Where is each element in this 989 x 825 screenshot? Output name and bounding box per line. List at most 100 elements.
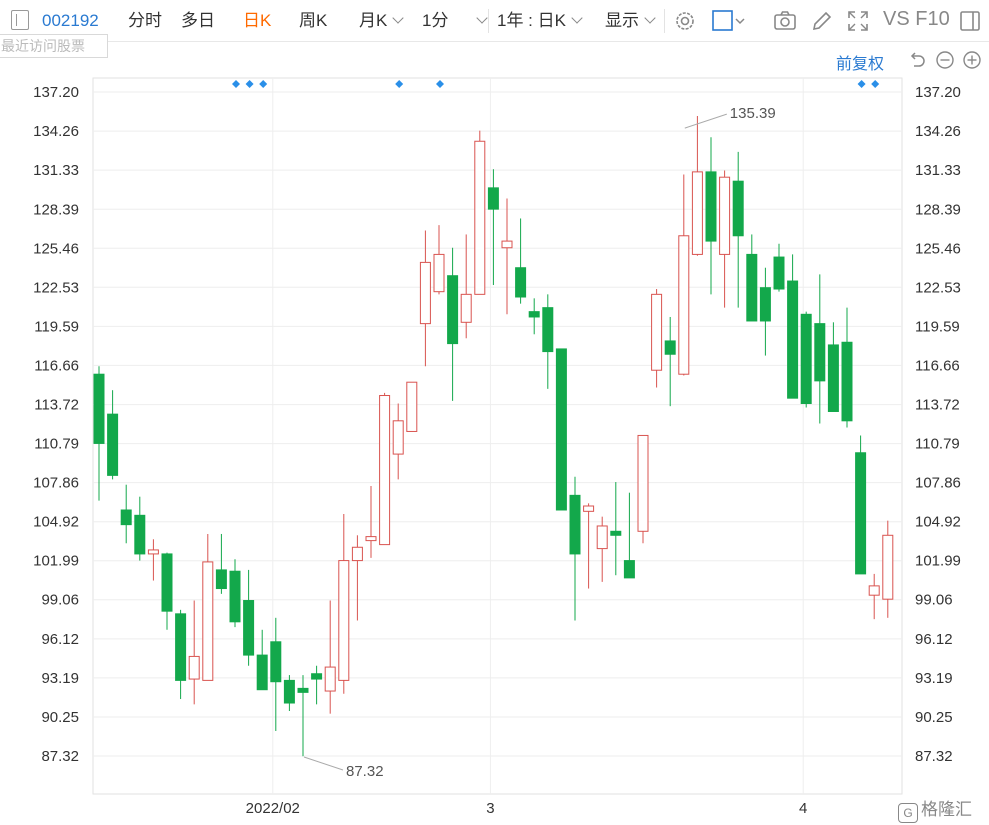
stock-code[interactable]: 002192	[42, 10, 99, 32]
tab-monthly-k-label: 月K	[359, 11, 388, 30]
toolbar: 002192 分时 多日 日K 周K 月K 1分 1年 : 日K 显示 VS F…	[0, 0, 989, 42]
y-tick-label-left: 87.32	[41, 748, 79, 765]
chevron-down-icon	[392, 12, 405, 24]
candle-body	[814, 323, 826, 382]
tab-monthly-k[interactable]: 月K	[359, 10, 405, 32]
brand-logo-icon: G	[898, 803, 918, 823]
chevron-down-icon	[476, 12, 489, 24]
y-tick-label-left: 104.92	[33, 514, 79, 531]
y-tick-label-right: 113.72	[915, 397, 960, 414]
event-marker	[245, 80, 254, 88]
y-tick-label-left: 107.86	[33, 475, 79, 492]
candle-body	[379, 395, 391, 546]
x-tick-label: 4	[799, 800, 807, 817]
candle-body	[120, 509, 132, 526]
annotation-leader	[303, 756, 344, 771]
candle-body	[555, 348, 567, 511]
y-tick-label-right: 131.33	[915, 162, 961, 179]
candle-body	[338, 560, 350, 681]
candle-body	[515, 267, 527, 298]
candle-body	[433, 253, 445, 293]
candle-body	[324, 666, 336, 692]
y-tick-label-left: 122.53	[33, 279, 79, 296]
pencil-icon[interactable]	[810, 9, 834, 33]
tab-minute-label: 1分	[422, 11, 449, 30]
candle-body	[229, 570, 241, 623]
candle-body	[406, 381, 418, 432]
candle-body	[691, 171, 703, 255]
candle-body	[705, 171, 717, 242]
gear-icon[interactable]	[673, 9, 697, 33]
y-tick-label-right: 104.92	[915, 514, 961, 531]
candle-body	[623, 560, 635, 579]
y-tick-label-left: 90.25	[41, 709, 79, 726]
range-select-label: 1年 : 日K	[497, 11, 566, 30]
x-tick-label: 2022/02	[246, 800, 300, 817]
vs-f10-button[interactable]: VS F10	[883, 8, 950, 30]
candle-body	[311, 673, 323, 680]
candle-body	[215, 569, 227, 590]
square-checkbox-icon[interactable]	[711, 9, 747, 33]
candle-body	[188, 655, 200, 680]
y-tick-label-left: 125.46	[33, 240, 79, 257]
undo-icon[interactable]	[907, 50, 927, 70]
display-menu-label: 显示	[605, 11, 639, 30]
y-tick-label-right: 137.20	[915, 84, 961, 101]
chevron-down-icon	[571, 12, 583, 24]
divider	[664, 9, 665, 33]
y-tick-label-right: 87.32	[915, 748, 953, 765]
candle-body	[827, 344, 839, 412]
y-tick-label-left: 128.39	[33, 201, 79, 218]
y-tick-label-left: 131.33	[33, 162, 79, 179]
candle-body	[732, 180, 744, 237]
display-menu[interactable]: 显示	[605, 10, 656, 32]
candle-body	[447, 275, 459, 345]
y-tick-label-left: 119.59	[34, 318, 79, 335]
tab-daily-k[interactable]: 日K	[243, 10, 271, 32]
candle-body	[256, 654, 268, 691]
event-marker	[259, 80, 268, 88]
event-marker	[436, 80, 444, 88]
tab-minute[interactable]: 1分	[422, 10, 489, 32]
candle-body	[800, 313, 812, 404]
candle-body	[270, 641, 282, 683]
panel-toggle-icon[interactable]	[11, 10, 29, 30]
recent-visits-button[interactable]: 最近访问股票	[0, 34, 108, 58]
y-tick-label-left: 93.19	[41, 670, 79, 687]
y-tick-label-left: 110.79	[34, 436, 79, 453]
candle-body	[882, 534, 894, 600]
adjustment-toggle[interactable]: 前复权	[836, 50, 884, 74]
zoom-in-icon[interactable]	[962, 50, 982, 70]
camera-icon[interactable]	[773, 9, 797, 33]
candle-body	[365, 536, 377, 542]
y-tick-label-left: 113.72	[34, 397, 79, 414]
candle-body	[161, 553, 173, 612]
y-tick-label-right: 101.99	[915, 553, 961, 570]
candle-body	[283, 679, 295, 704]
divider	[488, 9, 489, 33]
x-tick-label: 3	[486, 800, 494, 817]
candle-body	[419, 261, 431, 325]
y-tick-label-left: 99.06	[41, 592, 79, 609]
y-tick-label-left: 101.99	[33, 553, 79, 570]
candle-body	[351, 546, 363, 562]
tab-weekly-k[interactable]: 周K	[299, 10, 327, 32]
candle-body	[637, 434, 649, 532]
y-tick-label-right: 99.06	[915, 592, 953, 609]
candle-body	[787, 280, 799, 399]
sidebar-icon[interactable]	[958, 9, 982, 33]
tab-intraday[interactable]: 分时	[128, 10, 162, 32]
y-tick-label-right: 119.59	[915, 318, 960, 335]
zoom-out-icon[interactable]	[935, 50, 955, 70]
candle-body	[841, 341, 853, 422]
candle-body	[596, 525, 608, 550]
tab-multi-day[interactable]: 多日	[181, 10, 215, 32]
fullscreen-icon[interactable]	[846, 9, 870, 33]
y-tick-label-right: 134.26	[915, 123, 961, 140]
candle-body	[542, 307, 554, 353]
y-tick-label-right: 93.19	[915, 670, 953, 687]
range-select[interactable]: 1年 : 日K	[497, 10, 583, 32]
y-tick-label-right: 128.39	[915, 201, 961, 218]
candle-body	[460, 293, 472, 323]
candle-body	[147, 549, 159, 555]
